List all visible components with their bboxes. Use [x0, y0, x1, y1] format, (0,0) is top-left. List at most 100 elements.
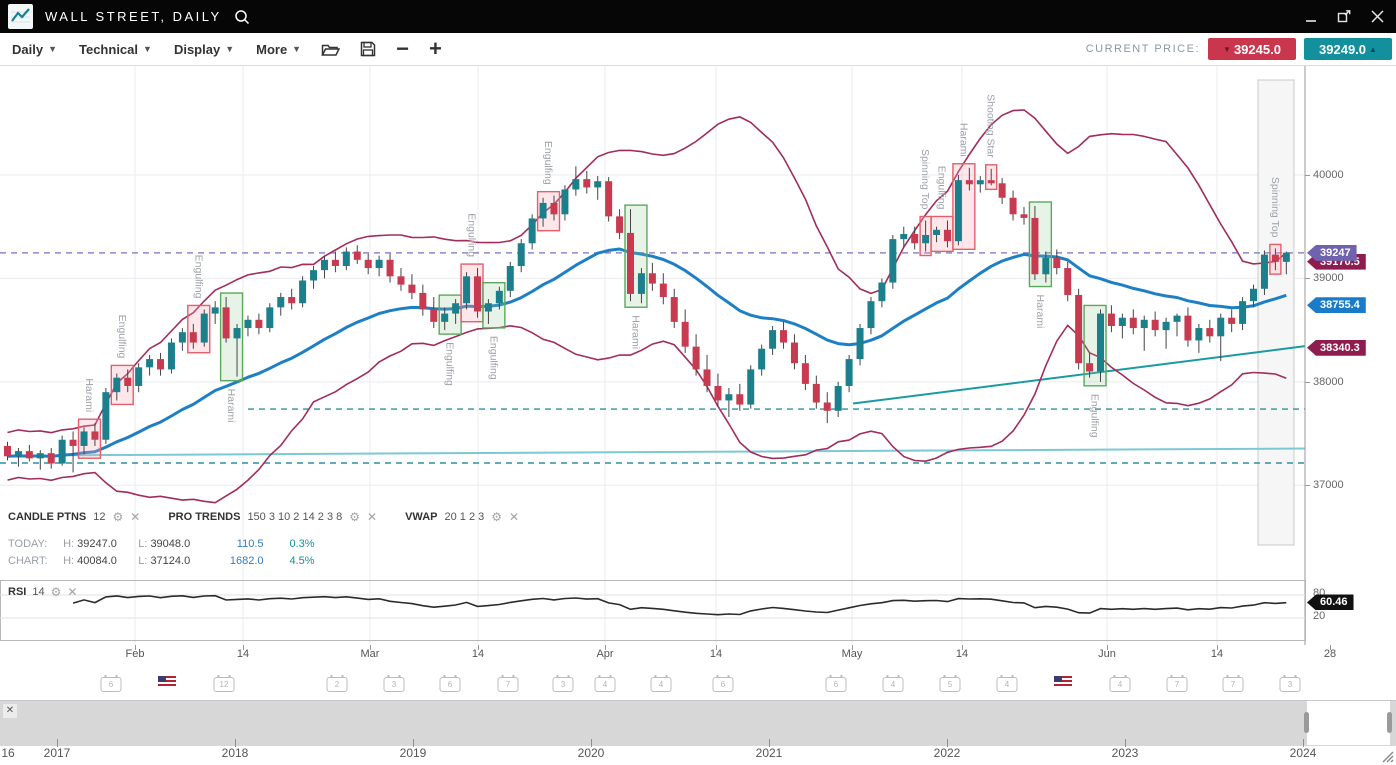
menu-technical[interactable]: Technical▼ [79, 42, 152, 57]
search-icon[interactable] [234, 9, 250, 25]
calendar-event-icon[interactable]: 4 [595, 677, 616, 692]
rsi-panel-border [1, 581, 1306, 641]
candle [671, 297, 678, 322]
candle [321, 260, 328, 270]
calendar-event-icon[interactable]: 4 [997, 677, 1018, 692]
candle [354, 252, 361, 260]
price-level-tag: 38340.3 [1307, 340, 1366, 356]
zoom-out-icon[interactable]: − [396, 44, 409, 54]
calendar-event-icon[interactable]: 6 [440, 677, 461, 692]
candle [649, 273, 656, 283]
year-label: 2024 [1290, 746, 1317, 760]
remove-indicator-icon[interactable]: ✕ [67, 585, 77, 599]
year-label: 2021 [756, 746, 783, 760]
sell-price-tag[interactable]: ▼39245.0 [1208, 38, 1296, 60]
candle [1184, 316, 1191, 341]
candle [124, 378, 131, 386]
candle [889, 239, 896, 282]
resize-grip-icon[interactable] [1381, 750, 1394, 763]
arrow-down-icon: ▼ [1223, 45, 1231, 54]
time-axis-label: Jun [1098, 648, 1116, 660]
menu-timeframe[interactable]: Daily▼ [12, 42, 57, 57]
year-label: 2020 [578, 746, 605, 760]
calendar-event-icon[interactable]: 5 [940, 677, 961, 692]
candle [168, 343, 175, 370]
candle [507, 266, 514, 291]
calendar-event-icon[interactable]: 6 [101, 677, 122, 692]
year-label: 2017 [44, 746, 71, 760]
pattern-label: Engulfing [1089, 394, 1101, 438]
time-axis-label: 14 [956, 648, 968, 660]
candle [758, 349, 765, 370]
time-axis-label: 28 [1324, 648, 1336, 660]
candle [1075, 295, 1082, 363]
remove-indicator-icon[interactable]: ✕ [509, 510, 519, 524]
calendar-event-icon[interactable]: 6 [713, 677, 734, 692]
remove-indicator-icon[interactable]: ✕ [367, 510, 377, 524]
zoom-in-icon[interactable]: + [429, 44, 442, 54]
calendar-event-icon[interactable]: 12 [214, 677, 235, 692]
rsi-axis-label: 20 [1313, 610, 1325, 622]
close-icon[interactable] [1371, 10, 1384, 23]
candle [900, 234, 907, 239]
remove-indicator-icon[interactable]: ✕ [130, 510, 140, 524]
calendar-event-icon[interactable]: 4 [651, 677, 672, 692]
calendar-event-icon[interactable]: 4 [883, 677, 904, 692]
candle [518, 243, 525, 266]
candle [201, 314, 208, 343]
price-axis-label: 40000 [1313, 169, 1344, 181]
calendar-event-icon[interactable]: 3 [384, 677, 405, 692]
candle [1239, 301, 1246, 324]
candle [234, 328, 241, 338]
candle [474, 276, 481, 311]
navigator-left-handle[interactable] [1304, 712, 1309, 733]
popout-icon[interactable] [1337, 10, 1351, 24]
calendar-event-icon[interactable]: 7 [1167, 677, 1188, 692]
buy-price-tag[interactable]: 39249.0▲ [1304, 38, 1392, 60]
navigator-right-handle[interactable] [1387, 712, 1392, 733]
candle [1042, 258, 1049, 275]
navigator-close-icon[interactable]: ✕ [3, 704, 17, 718]
minimize-icon[interactable] [1305, 11, 1317, 23]
gear-icon[interactable]: ⚙ [349, 510, 360, 524]
calendar-event-icon[interactable]: 3 [553, 677, 574, 692]
gear-icon[interactable]: ⚙ [491, 510, 502, 524]
time-axis-label: 14 [710, 648, 722, 660]
candle [605, 181, 612, 216]
us-flag-event-icon[interactable] [1054, 676, 1072, 688]
gear-icon[interactable]: ⚙ [51, 585, 62, 599]
candle [791, 343, 798, 364]
candle [1283, 253, 1290, 262]
title-bar: WALL STREET, DAILY [0, 0, 1396, 33]
candle [561, 189, 568, 214]
candle [70, 440, 77, 446]
candle [1163, 322, 1170, 330]
timeline-navigator[interactable]: ✕ [0, 700, 1396, 746]
menu-display[interactable]: Display▼ [174, 42, 234, 57]
navigator-canvas[interactable] [0, 701, 1396, 746]
us-flag-event-icon[interactable] [158, 676, 176, 688]
trend-line [70, 449, 1305, 456]
calendar-event-icon[interactable]: 7 [498, 677, 519, 692]
candle [1097, 314, 1104, 372]
calendar-event-icon[interactable]: 3 [1280, 677, 1301, 692]
save-icon[interactable] [360, 41, 376, 57]
candle [529, 218, 536, 243]
chevron-down-icon: ▼ [292, 44, 301, 54]
candle [397, 276, 404, 284]
current-price-label: CURRENT PRICE: [1086, 43, 1200, 55]
calendar-event-icon[interactable]: 4 [1110, 677, 1131, 692]
calendar-event-icon[interactable]: 7 [1223, 677, 1244, 692]
menu-more[interactable]: More▼ [256, 42, 301, 57]
gear-icon[interactable]: ⚙ [112, 510, 123, 524]
time-axis-label: Feb [126, 648, 145, 660]
price-axis-tick [1305, 175, 1310, 176]
calendar-event-icon[interactable]: 2 [327, 677, 348, 692]
open-folder-icon[interactable] [321, 42, 340, 57]
candle [802, 363, 809, 384]
candle [540, 203, 547, 219]
trading-app-window: WALL STREET, DAILY Daily▼ Technical▼ Dis… [0, 0, 1396, 765]
candle [867, 301, 874, 328]
candle [15, 451, 22, 456]
calendar-event-icon[interactable]: 6 [826, 677, 847, 692]
